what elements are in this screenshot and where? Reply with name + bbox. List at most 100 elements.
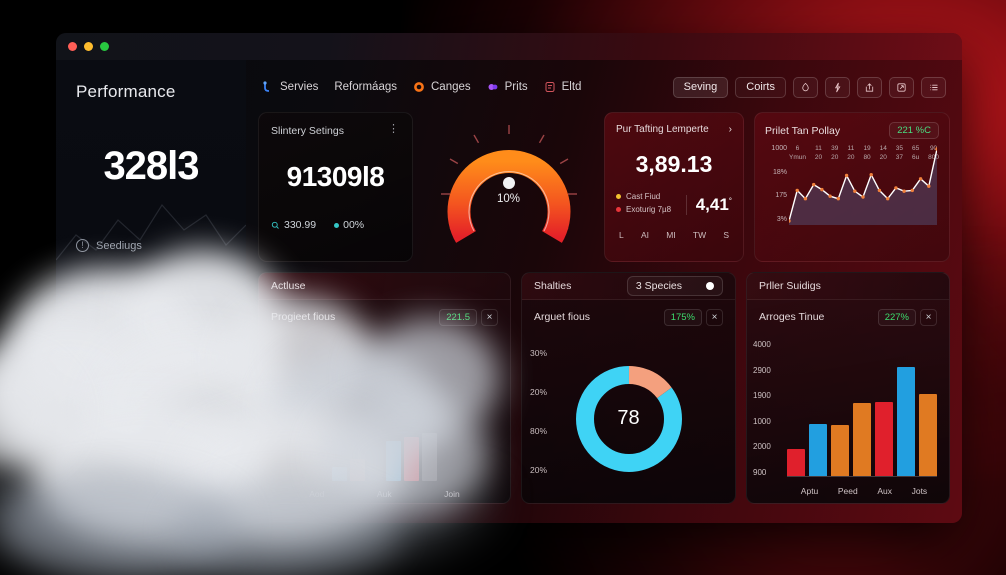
settings-card-title: Slintery Setings xyxy=(271,125,344,137)
policy-chart-card[interactable]: Prilet Tan Pollay 221 %C 1000 18% 175 3% xyxy=(754,112,950,262)
policy-data-point xyxy=(902,189,906,193)
x-tick: Aptu xyxy=(800,486,819,496)
policy-data-point xyxy=(795,188,799,193)
policy-data-point xyxy=(844,173,849,178)
kebab-menu-icon[interactable]: ⋮ xyxy=(388,124,400,135)
nav-label: Prits xyxy=(504,81,528,93)
x-tick: Auk xyxy=(376,489,392,499)
suidigs-sub-right: 227% × xyxy=(877,308,937,326)
share-button[interactable] xyxy=(857,76,882,98)
close-icon[interactable]: × xyxy=(706,308,723,326)
top-navbar: Servies Reformáags Canges Prits Eltd Sev… xyxy=(258,70,950,104)
note-icon xyxy=(545,82,555,92)
policy-data-point xyxy=(853,189,857,193)
right-bar xyxy=(897,367,915,476)
suidigs-sub-title: Arroges Tinue xyxy=(759,311,825,323)
y-tick: 18% xyxy=(772,168,787,176)
sidebar-sparkline xyxy=(56,204,246,261)
chevron-right-icon[interactable]: › xyxy=(729,124,732,135)
legend-label: Cast Fiud xyxy=(626,192,661,201)
coirts-button[interactable]: Coirts xyxy=(735,76,786,98)
y-tick: 1900 xyxy=(753,391,771,401)
minimize-window-button[interactable] xyxy=(84,42,93,51)
policy-y-axis: 1000 18% 175 3% xyxy=(765,145,787,223)
nav-label: Reformáags xyxy=(334,81,397,93)
gauge-card[interactable]: 10% xyxy=(423,112,594,262)
policy-data-point xyxy=(828,194,832,198)
mini-bar xyxy=(350,459,365,481)
x-tick: Jots xyxy=(911,486,928,496)
mini-bar xyxy=(332,467,347,481)
settings-card[interactable]: Slintery Setings ⋮ 91309l8 330.99 00% xyxy=(258,112,413,262)
y-tick: 1000 xyxy=(753,416,771,426)
donut-chart: 78 xyxy=(522,334,735,503)
policy-line-chart: 1000 18% 175 3% 6Ymun 1120 3920 1120 xyxy=(765,145,939,237)
actluse-subrow: Progieet fious 221.5 × xyxy=(259,300,510,334)
day-label: MI xyxy=(666,230,676,240)
nav-item-servies[interactable]: Servies xyxy=(262,81,318,93)
policy-data-point xyxy=(812,182,816,187)
actluse-card-header: Actluse xyxy=(259,273,510,300)
policy-line-svg xyxy=(789,147,937,225)
close-icon[interactable]: × xyxy=(920,308,937,326)
policy-data-point xyxy=(927,184,931,188)
temperature-side-value: 4,41° xyxy=(685,195,732,215)
app-window: Performance 328l3 ! Seediugs Servies Ref… xyxy=(56,33,962,523)
legend-item: Cast Fiud xyxy=(616,192,686,201)
maximize-window-button[interactable] xyxy=(100,42,109,51)
donut-center-label: 78 xyxy=(617,407,640,429)
settings-card-header: Slintery Setings ⋮ xyxy=(271,124,400,137)
settings-stat-left-value: 330.99 xyxy=(284,219,317,231)
mini-bar xyxy=(422,433,437,481)
settings-card-stat-left: 330.99 xyxy=(271,219,316,231)
x-tick: Aux xyxy=(877,486,892,496)
shalties-sub-title: Arguet fious xyxy=(534,311,591,323)
suidigs-card[interactable]: Prller Suidigs Arroges Tinue 227% × 4000 xyxy=(746,272,950,504)
puzzle-icon xyxy=(488,84,498,90)
temperature-card-body: Cast Fiud Exoturig 7µ8 4,41° xyxy=(616,192,732,218)
right-bars-x-axis: Aptu Peed Aux Jots xyxy=(791,486,937,496)
nav-item-prits[interactable]: Prits xyxy=(487,81,528,93)
expand-button[interactable] xyxy=(889,76,914,98)
day-label: TW xyxy=(692,230,707,240)
policy-data-point xyxy=(820,187,824,192)
bell-button[interactable] xyxy=(793,76,818,98)
nav-item-eltd[interactable]: Eltd xyxy=(544,81,582,93)
actluse-card[interactable]: Actluse Progieet fious 221.5 × Aod Auk J… xyxy=(258,272,511,504)
status-dot-icon xyxy=(334,222,340,228)
policy-card-title: Prilet Tan Pollay xyxy=(765,124,841,137)
nav-label: Canges xyxy=(431,81,471,93)
close-window-button[interactable] xyxy=(68,42,77,51)
mini-bar xyxy=(404,437,419,481)
species-chip-label: 3 Species xyxy=(635,280,682,292)
nav-label: Eltd xyxy=(561,81,582,93)
shalties-card[interactable]: Shalties 3 Species Arguet fious 175% × 3… xyxy=(521,272,736,504)
actluse-mini-bars xyxy=(259,426,510,481)
temperature-card-header[interactable]: Pur Tafting Lemperte › xyxy=(616,124,732,135)
legend-dot-icon xyxy=(616,207,621,212)
right-bar xyxy=(831,425,849,476)
suidigs-chart: 4000 2900 1900 1000 2000 900 Aptu Peed A… xyxy=(747,334,949,503)
lightning-button[interactable] xyxy=(825,76,850,98)
page-title: Performance xyxy=(76,82,176,101)
actluse-x-axis: Aod Auk Join xyxy=(259,489,510,499)
nav-item-canges[interactable]: Canges xyxy=(413,81,471,93)
legend-dot-icon xyxy=(616,194,621,199)
list-button[interactable] xyxy=(921,76,946,98)
temperature-card[interactable]: Pur Tafting Lemperte › 3,89.13 Cast Fiud xyxy=(604,112,744,262)
policy-data-point xyxy=(869,173,873,177)
close-icon[interactable]: × xyxy=(481,308,498,326)
x-tick: Peed xyxy=(837,486,858,496)
search-icon xyxy=(271,221,279,229)
species-chip[interactable]: 3 Species xyxy=(626,276,723,296)
shalties-sub-right: 175% × xyxy=(663,308,723,326)
nav-item-reformaags[interactable]: Reformáags xyxy=(334,81,397,93)
screenshot-root: Performance 328l3 ! Seediugs Servies Ref… xyxy=(0,0,1006,575)
right-bars-y-axis: 4000 2900 1900 1000 2000 900 xyxy=(753,340,783,477)
day-label: S xyxy=(723,230,729,240)
shalties-value: 175% xyxy=(663,308,702,326)
suidigs-card-title: Prller Suidigs xyxy=(759,280,821,292)
seving-button[interactable]: Seving xyxy=(672,76,729,98)
x-tick: Join xyxy=(444,489,460,499)
temperature-card-value: 3,89.13 xyxy=(635,151,713,177)
